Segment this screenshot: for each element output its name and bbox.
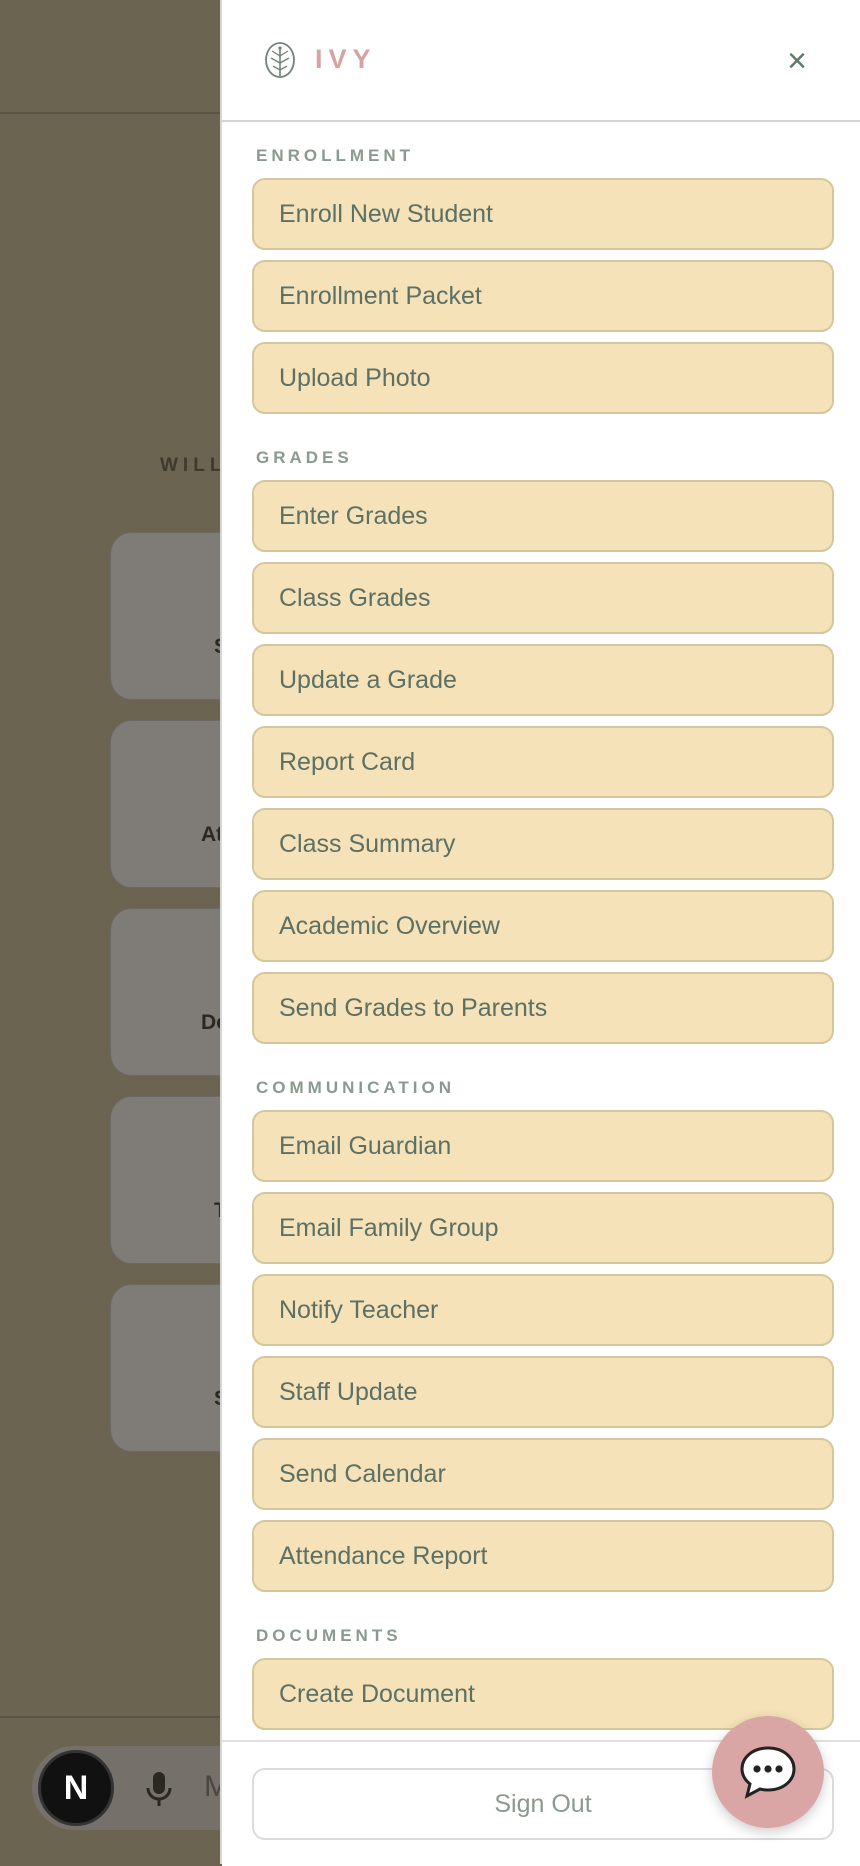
close-button[interactable]: × bbox=[774, 38, 820, 84]
menu-item-upload-photo[interactable]: Upload Photo bbox=[252, 342, 834, 414]
menu-item-email-guardian[interactable]: Email Guardian bbox=[252, 1110, 834, 1182]
menu-item-email-family-group[interactable]: Email Family Group bbox=[252, 1192, 834, 1264]
menu-item-send-calendar[interactable]: Send Calendar bbox=[252, 1438, 834, 1510]
menu-item-report-card[interactable]: Report Card bbox=[252, 726, 834, 798]
menu-item-class-grades[interactable]: Class Grades bbox=[252, 562, 834, 634]
close-icon: × bbox=[787, 42, 807, 80]
menu-item-enter-grades[interactable]: Enter Grades bbox=[252, 480, 834, 552]
app-logo-badge: N bbox=[38, 1750, 114, 1826]
brand-name: IVY bbox=[315, 44, 377, 74]
section-label-enrollment: ENROLLMENT bbox=[256, 146, 415, 165]
menu-item-notify-teacher[interactable]: Notify Teacher bbox=[252, 1274, 834, 1346]
menu-item-academic-overview[interactable]: Academic Overview bbox=[252, 890, 834, 962]
menu-item-send-grades-to-parents[interactable]: Send Grades to Parents bbox=[252, 972, 834, 1044]
section-label-grades: GRADES bbox=[256, 448, 353, 467]
drawer-header: IVY × bbox=[222, 0, 860, 122]
menu-item-enrollment-packet[interactable]: Enrollment Packet bbox=[252, 260, 834, 332]
drawer-menu: ENROLLMENT Enroll New Student Enrollment… bbox=[222, 120, 860, 1740]
background-subtitle: WILL bbox=[160, 455, 227, 476]
menu-item-attendance-report[interactable]: Attendance Report bbox=[252, 1520, 834, 1592]
menu-item-class-summary[interactable]: Class Summary bbox=[252, 808, 834, 880]
microphone-icon bbox=[142, 1770, 176, 1816]
chat-button[interactable] bbox=[712, 1716, 824, 1828]
leaf-icon bbox=[262, 40, 298, 80]
section-label-communication: COMMUNICATION bbox=[256, 1078, 455, 1097]
navigation-drawer: IVY × ENROLLMENT Enroll New Student Enro… bbox=[220, 0, 860, 1866]
menu-item-update-a-grade[interactable]: Update a Grade bbox=[252, 644, 834, 716]
section-label-documents: DOCUMENTS bbox=[256, 1626, 402, 1645]
chat-bubble-icon bbox=[740, 1746, 796, 1799]
menu-item-staff-update[interactable]: Staff Update bbox=[252, 1356, 834, 1428]
menu-item-enroll-new-student[interactable]: Enroll New Student bbox=[252, 178, 834, 250]
